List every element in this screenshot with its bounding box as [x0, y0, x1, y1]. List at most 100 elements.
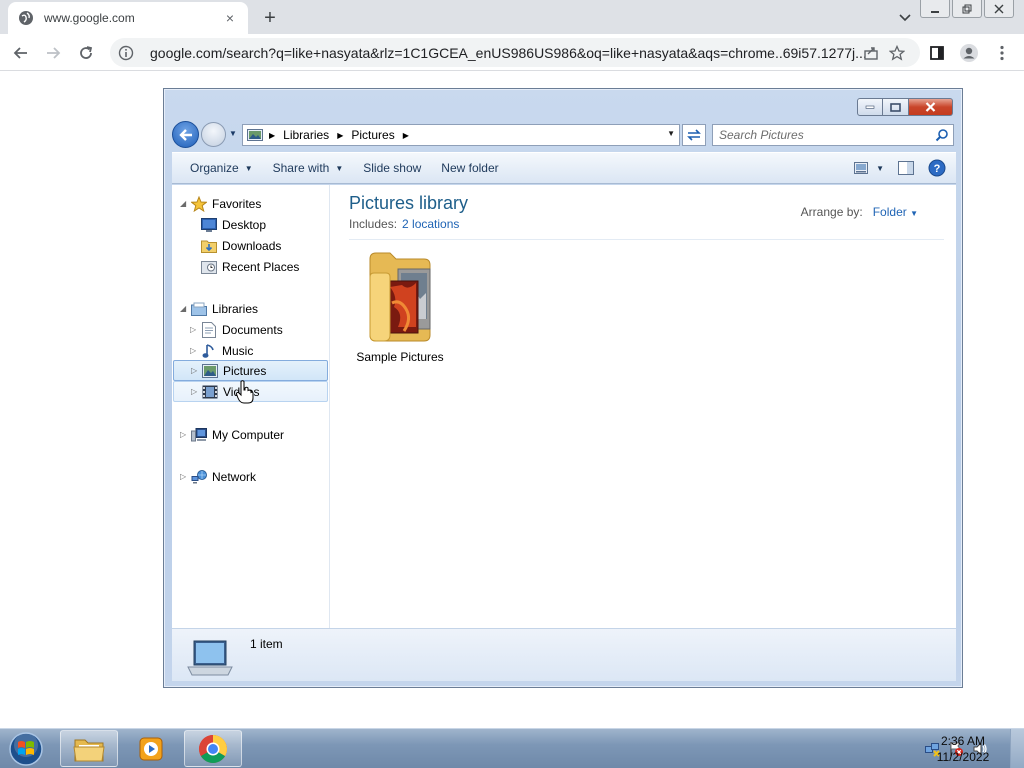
new-tab-button[interactable]: + — [258, 6, 282, 30]
includes-label: Includes: — [349, 217, 398, 231]
library-includes: Includes: 2 locations — [349, 217, 459, 231]
forward-arrow-icon[interactable] — [40, 40, 66, 66]
recent-places-icon — [200, 259, 218, 275]
browser-tab[interactable]: www.google.com × — [8, 2, 248, 34]
expand-arrow-icon[interactable]: ▷ — [191, 366, 201, 375]
media-player-icon — [139, 737, 163, 760]
expand-arrow-icon[interactable]: ▷ — [190, 325, 200, 334]
nav-music[interactable]: ▷ Music — [190, 340, 253, 361]
documents-icon — [200, 321, 218, 338]
nav-recent-places-label: Recent Places — [222, 259, 300, 274]
browser-minimize-button[interactable] — [920, 0, 950, 18]
explorer-maximize-button[interactable] — [883, 98, 909, 116]
view-controls: ▼ ? — [840, 159, 946, 177]
browser-restore-button[interactable] — [952, 0, 982, 18]
explorer-minimize-button[interactable] — [857, 98, 883, 116]
browser-menu-icon[interactable] — [989, 40, 1015, 66]
nav-pictures[interactable]: ▷ Pictures — [173, 360, 328, 381]
url-text[interactable]: google.com/search?q=like+nasyata&rlz=1C1… — [150, 45, 920, 61]
share-icon[interactable] — [858, 40, 884, 66]
show-desktop-button[interactable] — [1010, 729, 1024, 768]
new-folder-button[interactable]: New folder — [431, 161, 508, 175]
explorer-window-controls — [857, 98, 953, 116]
collapse-arrow-icon[interactable]: ◢ — [180, 199, 190, 208]
explorer-address-bar[interactable]: ▶ Libraries ▶ Pictures ▶ ▼ — [242, 124, 680, 146]
nav-my-computer-label: My Computer — [212, 427, 285, 442]
nav-recent-places[interactable]: Recent Places — [200, 256, 299, 277]
expand-arrow-icon[interactable]: ▷ — [180, 472, 190, 481]
breadcrumb-arrow-icon[interactable]: ▶ — [269, 131, 275, 140]
profile-avatar-icon[interactable] — [956, 40, 982, 66]
breadcrumb-libraries[interactable]: Libraries — [283, 128, 329, 142]
preview-pane-icon[interactable] — [898, 161, 914, 175]
nav-libraries[interactable]: ◢ Libraries — [180, 298, 258, 319]
taskbar: 2:36 AM 11/2/2022 — [0, 728, 1024, 768]
nav-documents-label: Documents — [222, 322, 283, 337]
libraries-icon — [190, 301, 208, 317]
expand-arrow-icon[interactable]: ▷ — [180, 430, 190, 439]
globe-icon — [18, 10, 34, 26]
tab-search-chevron-icon[interactable] — [893, 6, 917, 30]
nav-libraries-label: Libraries — [212, 301, 259, 316]
share-with-dropdown-icon: ▼ — [335, 163, 344, 173]
search-icon[interactable] — [935, 128, 949, 145]
nav-desktop[interactable]: Desktop — [200, 214, 266, 235]
explorer-search-input[interactable]: Search Pictures — [712, 124, 954, 146]
sample-pictures-folder[interactable]: Sample Pictures — [351, 247, 449, 364]
star-icon — [190, 195, 208, 212]
pictures-icon — [201, 363, 219, 379]
breadcrumb-pictures[interactable]: Pictures — [351, 128, 394, 142]
explorer-window: ▼ ▶ Libraries ▶ Pictures ▶ ▼ Search Pict… — [163, 88, 963, 688]
tab-close-icon[interactable]: × — [222, 10, 238, 26]
locations-link[interactable]: 2 locations — [402, 217, 459, 231]
explorer-refresh-button[interactable] — [682, 124, 706, 146]
recent-pages-dropdown-icon[interactable]: ▼ — [229, 129, 239, 139]
taskbar-chrome-button[interactable] — [184, 730, 242, 767]
breadcrumb-arrow-icon[interactable]: ▶ — [403, 131, 409, 140]
browser-tabstrip: www.google.com × + — [0, 0, 1024, 34]
clock-date: 11/2/2022 — [936, 750, 990, 764]
help-icon[interactable]: ? — [928, 159, 946, 177]
arrange-by: Arrange by: Folder ▼ — [801, 205, 918, 219]
address-history-dropdown-icon[interactable]: ▼ — [667, 129, 675, 138]
browser-close-button[interactable] — [984, 0, 1014, 18]
change-view-icon[interactable]: ▼ — [854, 162, 884, 174]
nav-pictures-label: Pictures — [223, 363, 267, 378]
taskbar-media-player-button[interactable] — [122, 730, 180, 767]
explorer-close-button[interactable] — [909, 98, 953, 116]
back-arrow-icon[interactable] — [8, 40, 34, 66]
reload-icon[interactable] — [73, 40, 99, 66]
desktop-icon — [200, 217, 218, 233]
breadcrumb-arrow-icon[interactable]: ▶ — [337, 131, 343, 140]
expand-arrow-icon[interactable]: ▷ — [190, 346, 200, 355]
nav-downloads[interactable]: Downloads — [200, 235, 281, 256]
nav-favorites-label: Favorites — [212, 196, 262, 211]
videos-film-icon — [201, 384, 219, 400]
taskbar-clock[interactable]: 2:36 AM 11/2/2022 — [928, 733, 998, 765]
arrange-by-dropdown[interactable]: Folder ▼ — [873, 205, 918, 219]
explorer-forward-button[interactable] — [201, 122, 226, 147]
address-bar[interactable]: google.com/search?q=like+nasyata&rlz=1C1… — [110, 38, 920, 67]
explorer-back-button[interactable] — [172, 121, 199, 148]
nav-my-computer[interactable]: ▷ My Computer — [180, 424, 284, 445]
nav-network-label: Network — [212, 469, 257, 484]
site-info-icon[interactable] — [118, 45, 134, 61]
expand-arrow-icon[interactable]: ▷ — [191, 387, 201, 396]
side-panel-icon[interactable] — [924, 40, 950, 66]
nav-documents[interactable]: ▷ Documents — [190, 319, 283, 340]
start-button[interactable] — [6, 731, 46, 767]
collapse-arrow-icon[interactable]: ◢ — [180, 304, 190, 313]
bookmark-star-icon[interactable] — [884, 40, 910, 66]
taskbar-explorer-button[interactable] — [60, 730, 118, 767]
nav-favorites[interactable]: ◢ Favorites — [180, 193, 261, 214]
slide-show-button[interactable]: Slide show — [353, 161, 431, 175]
content-pane: Pictures library Includes: 2 locations Ar… — [331, 185, 956, 628]
computer-icon — [190, 427, 208, 443]
organize-button[interactable]: Organize ▼ — [180, 161, 263, 175]
nav-network[interactable]: ▷ Network — [180, 466, 256, 487]
library-title: Pictures library — [349, 193, 469, 213]
music-note-icon — [200, 343, 218, 359]
share-with-button[interactable]: Share with ▼ — [263, 161, 354, 175]
content-divider — [349, 239, 944, 240]
nav-music-label: Music — [222, 343, 254, 358]
